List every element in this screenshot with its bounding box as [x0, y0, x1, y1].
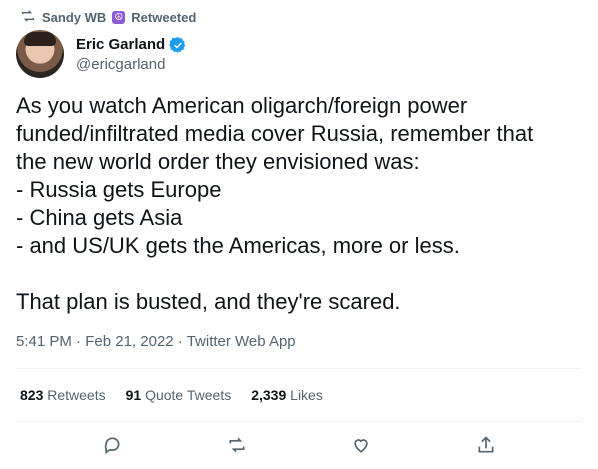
peace-emoji: ☮ — [112, 11, 126, 24]
meta-separator: · — [177, 333, 183, 350]
retweets-count: 823 — [20, 387, 44, 403]
quotes-stat[interactable]: 91 Quote Tweets — [126, 387, 232, 403]
likes-stat[interactable]: 2,339 Likes — [251, 387, 323, 403]
author-info: Eric Garland @ericgarland — [76, 36, 187, 73]
retweets-label: Retweets — [47, 387, 106, 403]
author-name[interactable]: Eric Garland — [76, 36, 165, 53]
like-icon[interactable] — [349, 433, 373, 457]
retweet-icon[interactable] — [225, 433, 249, 457]
retweet-icon — [20, 8, 36, 27]
likes-count: 2,339 — [251, 387, 287, 403]
author-name-row[interactable]: Eric Garland — [76, 36, 187, 54]
retweets-stat[interactable]: 823 Retweets — [20, 387, 106, 403]
author-handle[interactable]: @ericgarland — [76, 56, 187, 73]
retweeted-label: Retweeted — [131, 10, 197, 25]
tweet-stats: 823 Retweets 91 Quote Tweets 2,339 Likes — [20, 387, 323, 403]
tweet-meta: 5:41 PM · Feb 21, 2022 · Twitter Web App — [16, 333, 296, 350]
divider — [16, 368, 582, 369]
reply-icon[interactable] — [100, 433, 124, 457]
tweet-header: Eric Garland @ericgarland — [16, 30, 187, 78]
tweet-date[interactable]: Feb 21, 2022 — [85, 333, 173, 350]
likes-label: Likes — [290, 387, 323, 403]
verified-icon — [169, 36, 187, 54]
tweet-time[interactable]: 5:41 PM — [16, 333, 72, 350]
tweet-text: As you watch American oligarch/foreign p… — [16, 93, 534, 314]
retweeter-name[interactable]: Sandy WB — [42, 10, 106, 25]
avatar[interactable] — [16, 30, 64, 78]
meta-separator: · — [76, 333, 82, 350]
share-icon[interactable] — [474, 433, 498, 457]
retweet-context[interactable]: Sandy WB ☮ Retweeted — [20, 8, 196, 27]
quotes-label: Quote Tweets — [145, 387, 232, 403]
quotes-count: 91 — [125, 387, 142, 403]
divider — [16, 421, 582, 422]
tweet-source[interactable]: Twitter Web App — [187, 333, 296, 350]
action-bar — [0, 433, 598, 457]
